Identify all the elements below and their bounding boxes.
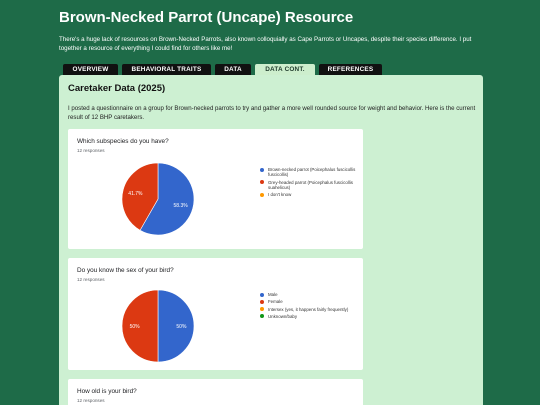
question-title: How old is your bird? (77, 388, 137, 395)
tab-references[interactable]: REFERENCES (319, 64, 382, 75)
survey-card-subspecies: Which subspecies do you have? 12 respons… (68, 129, 363, 249)
legend-item[interactable]: I don't know (260, 192, 360, 197)
legend-swatch (260, 299, 264, 304)
question-title: Do you know the sex of your bird? (77, 267, 174, 274)
question-title: Which subspecies do you have? (77, 138, 169, 145)
legend-label: Unknown/baby (268, 313, 298, 319)
legend-label: Male (268, 292, 278, 297)
intro-text: There's a huge lack of resources on Brow… (59, 36, 472, 52)
content-panel: Caretaker Data (2025) I posted a questio… (59, 75, 483, 405)
legend-item[interactable]: Intersex (yes, it happens fairly frequen… (260, 307, 360, 312)
legend-item[interactable]: Male (260, 292, 360, 297)
legend-swatch (260, 167, 264, 172)
legend-label: Intersex (yes, it happens fairly frequen… (268, 306, 349, 312)
pie-slice[interactable] (121, 289, 159, 363)
slice-percent-label: 50% (130, 324, 141, 330)
legend-label: Brown-necked parrot (Poicephalus fuscico… (268, 167, 356, 178)
tab-overview[interactable]: OVERVIEW (63, 64, 118, 75)
response-count: 12 responses (77, 148, 105, 153)
legend-swatch (260, 180, 264, 185)
section-description: I posted a questionnaire on a group for … (68, 105, 476, 121)
legend-item[interactable]: Female (260, 299, 360, 304)
tab-bar: OVERVIEW BEHAVIORAL TRAITS DATA DATA CON… (63, 64, 382, 75)
legend-label: I don't know (268, 192, 292, 198)
legend-swatch (260, 307, 264, 312)
chart-legend: Brown-necked parrot (Poicephalus fuscico… (260, 167, 360, 199)
tab-data[interactable]: DATA (215, 64, 251, 75)
legend-item[interactable]: Grey-headed parrot (Poicephalus fuscicol… (260, 180, 360, 191)
slice-percent-label: 41.7% (128, 191, 143, 197)
section-title: Caretaker Data (2025) (68, 83, 166, 94)
page-title: Brown-Necked Parrot (Uncape) Resource (59, 9, 354, 26)
tab-behavioral-traits[interactable]: BEHAVIORAL TRAITS (122, 64, 211, 75)
pie-chart-sex: 50% 50% (121, 289, 195, 363)
legend-swatch (260, 192, 264, 197)
legend-swatch (260, 292, 264, 297)
slice-percent-label: 58.3% (174, 203, 189, 209)
tab-data-cont[interactable]: DATA CONT. (255, 64, 315, 75)
legend-label: Female (268, 299, 283, 305)
legend-item[interactable]: Unknown/baby (260, 314, 360, 319)
chart-legend: Male Female Intersex (yes, it happens fa… (260, 292, 360, 321)
pie-chart-subspecies: 58.3% 41.7% (121, 162, 195, 236)
legend-label: Grey-headed parrot (Poicephalus fuscicol… (268, 179, 353, 190)
legend-swatch (260, 314, 264, 319)
survey-card-age: How old is your bird? 12 responses (68, 379, 363, 405)
slice-percent-label: 50% (176, 324, 187, 330)
response-count: 12 responses (77, 398, 105, 403)
legend-item[interactable]: Brown-necked parrot (Poicephalus fuscico… (260, 167, 360, 178)
survey-card-sex: Do you know the sex of your bird? 12 res… (68, 258, 363, 370)
response-count: 12 responses (77, 277, 105, 282)
